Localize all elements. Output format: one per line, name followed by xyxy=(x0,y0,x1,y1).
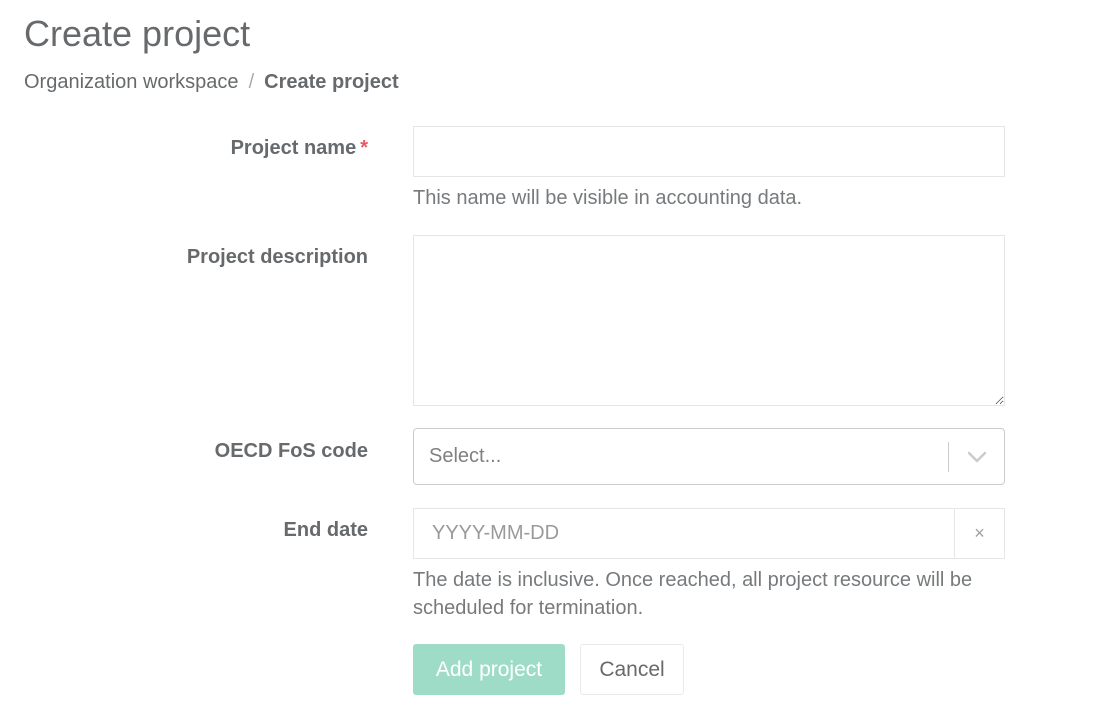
end-date-help: The date is inclusive. Once reached, all… xyxy=(413,569,973,619)
oecd-fos-select[interactable]: Select... xyxy=(413,428,1005,485)
breadcrumb: Organization workspace / Create project xyxy=(24,70,399,94)
add-project-button[interactable]: Add project xyxy=(413,644,565,695)
clear-date-button[interactable]: × xyxy=(954,509,1004,558)
chevron-down-icon[interactable] xyxy=(949,429,1004,484)
breadcrumb-link-workspace[interactable]: Organization workspace xyxy=(24,70,239,94)
end-date-input[interactable] xyxy=(414,509,954,558)
project-name-help: This name will be visible in accounting … xyxy=(413,187,803,209)
oecd-fos-label: OECD FoS code xyxy=(214,440,368,462)
project-name-input[interactable] xyxy=(413,126,1005,177)
breadcrumb-separator: / xyxy=(248,71,255,93)
end-date-group: × xyxy=(413,508,1005,559)
project-name-label-text: Project name xyxy=(230,137,357,159)
cancel-button[interactable]: Cancel xyxy=(580,644,684,695)
required-mark: * xyxy=(360,137,368,159)
breadcrumb-current: Create project xyxy=(264,71,399,93)
page-title: Create project xyxy=(24,13,251,54)
oecd-fos-placeholder: Select... xyxy=(429,445,502,467)
end-date-label: End date xyxy=(283,519,368,541)
project-name-label: Project name * xyxy=(231,137,368,160)
project-description-textarea[interactable] xyxy=(413,235,1005,406)
project-description-label: Project description xyxy=(186,246,368,268)
